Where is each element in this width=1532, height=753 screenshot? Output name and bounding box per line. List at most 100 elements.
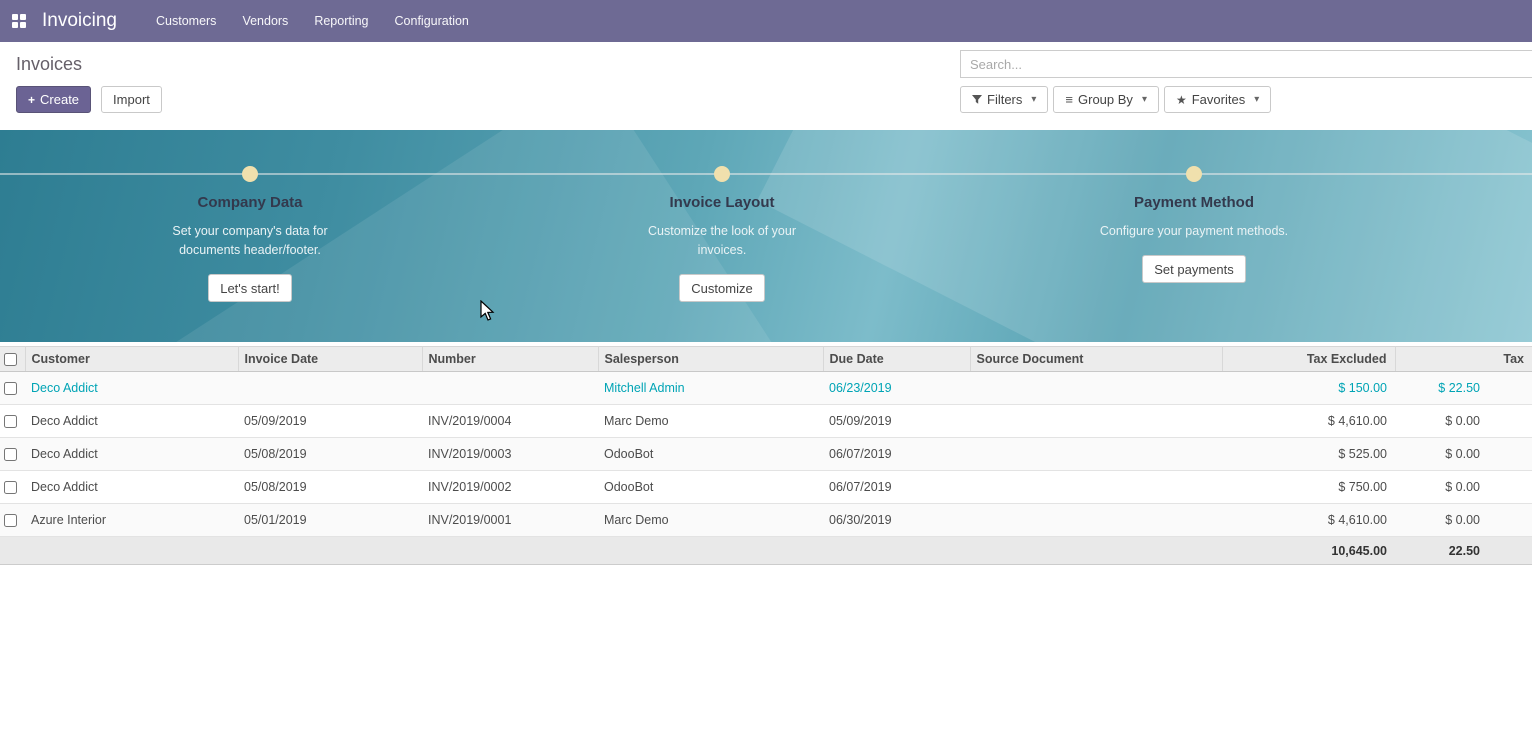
- app-title[interactable]: Invoicing: [42, 10, 117, 32]
- tax-excluded-cell[interactable]: $ 4,610.00: [1222, 405, 1395, 438]
- menu-reporting[interactable]: Reporting: [301, 0, 381, 42]
- header-due-date[interactable]: Due Date: [823, 347, 970, 372]
- source-document-cell[interactable]: [970, 471, 1222, 504]
- due-date-cell[interactable]: 06/07/2019: [823, 438, 970, 471]
- tax-excluded-cell[interactable]: $ 525.00: [1222, 438, 1395, 471]
- invoice-date-cell[interactable]: 05/08/2019: [238, 471, 422, 504]
- search-input[interactable]: [960, 50, 1532, 78]
- invoice-date-cell[interactable]: 05/01/2019: [238, 504, 422, 537]
- due-date-cell[interactable]: 06/07/2019: [823, 471, 970, 504]
- row-checkbox[interactable]: [4, 514, 17, 527]
- invoice-date-cell[interactable]: 05/08/2019: [238, 438, 422, 471]
- chevron-down-icon: ▾: [1031, 95, 1036, 105]
- menu-vendors[interactable]: Vendors: [229, 0, 301, 42]
- step-title: Invoice Layout: [669, 194, 774, 212]
- customer-cell[interactable]: Deco Addict: [25, 372, 238, 405]
- select-all-checkbox[interactable]: [4, 353, 17, 366]
- onboarding-step-invoice-layout: Invoice Layout Customize the look of you…: [572, 166, 872, 302]
- salesperson-cell[interactable]: Marc Demo: [598, 504, 823, 537]
- lets-start-button[interactable]: Let's start!: [208, 274, 292, 302]
- step-description: Customize the look of your invoices.: [632, 222, 812, 260]
- salesperson-cell[interactable]: OdooBot: [598, 438, 823, 471]
- totals-row: 10,645.00 22.50: [0, 537, 1532, 565]
- due-date-cell[interactable]: 06/23/2019: [823, 372, 970, 405]
- number-cell[interactable]: INV/2019/0002: [422, 471, 598, 504]
- plus-icon: +: [28, 94, 35, 106]
- customer-cell[interactable]: Deco Addict: [25, 438, 238, 471]
- header-number[interactable]: Number: [422, 347, 598, 372]
- invoices-table: Customer Invoice Date Number Salesperson…: [0, 346, 1532, 565]
- step-dot: [1186, 166, 1202, 182]
- due-date-cell[interactable]: 06/30/2019: [823, 504, 970, 537]
- step-description: Configure your payment methods.: [1100, 222, 1288, 241]
- star-icon: ★: [1176, 94, 1187, 106]
- table-row[interactable]: Azure Interior 05/01/2019 INV/2019/0001 …: [0, 504, 1532, 537]
- table-row[interactable]: Deco Addict Mitchell Admin 06/23/2019 $ …: [0, 372, 1532, 405]
- chevron-down-icon: ▾: [1254, 95, 1259, 105]
- invoice-date-cell[interactable]: 05/09/2019: [238, 405, 422, 438]
- total-tax: 22.50: [1395, 537, 1532, 565]
- create-button-label: Create: [40, 93, 79, 106]
- tax-cell[interactable]: $ 0.00: [1395, 504, 1532, 537]
- group-by-dropdown[interactable]: ≡ Group By ▾: [1053, 86, 1159, 113]
- number-cell[interactable]: INV/2019/0001: [422, 504, 598, 537]
- header-source-document[interactable]: Source Document: [970, 347, 1222, 372]
- number-cell[interactable]: INV/2019/0004: [422, 405, 598, 438]
- customer-cell[interactable]: Azure Interior: [25, 504, 238, 537]
- tax-excluded-cell[interactable]: $ 4,610.00: [1222, 504, 1395, 537]
- top-navbar: Invoicing Customers Vendors Reporting Co…: [0, 0, 1532, 42]
- header-invoice-date[interactable]: Invoice Date: [238, 347, 422, 372]
- header-tax-excluded[interactable]: Tax Excluded: [1222, 347, 1395, 372]
- tax-excluded-cell[interactable]: $ 750.00: [1222, 471, 1395, 504]
- salesperson-cell[interactable]: Marc Demo: [598, 405, 823, 438]
- salesperson-cell[interactable]: OdooBot: [598, 471, 823, 504]
- header-tax[interactable]: Tax: [1395, 347, 1532, 372]
- row-checkbox[interactable]: [4, 481, 17, 494]
- customer-cell[interactable]: Deco Addict: [25, 471, 238, 504]
- customize-button[interactable]: Customize: [679, 274, 764, 302]
- tax-cell[interactable]: $ 0.00: [1395, 471, 1532, 504]
- header-customer[interactable]: Customer: [25, 347, 238, 372]
- create-button[interactable]: + Create: [16, 86, 91, 113]
- group-by-label: Group By: [1078, 93, 1133, 106]
- table-row[interactable]: Deco Addict 05/09/2019 INV/2019/0004 Mar…: [0, 405, 1532, 438]
- header-salesperson[interactable]: Salesperson: [598, 347, 823, 372]
- tax-cell[interactable]: $ 0.00: [1395, 438, 1532, 471]
- funnel-icon: [972, 95, 982, 105]
- row-checkbox[interactable]: [4, 415, 17, 428]
- invoice-date-cell[interactable]: [238, 372, 422, 405]
- salesperson-cell[interactable]: Mitchell Admin: [598, 372, 823, 405]
- menu-customers[interactable]: Customers: [143, 0, 229, 42]
- tax-excluded-cell[interactable]: $ 150.00: [1222, 372, 1395, 405]
- row-checkbox[interactable]: [4, 382, 17, 395]
- chevron-down-icon: ▾: [1142, 95, 1147, 105]
- total-tax-excluded: 10,645.00: [1222, 537, 1395, 565]
- onboarding-step-company-data: Company Data Set your company's data for…: [100, 166, 400, 302]
- apps-menu-button[interactable]: [0, 0, 38, 42]
- due-date-cell[interactable]: 05/09/2019: [823, 405, 970, 438]
- page-title: Invoices: [16, 52, 162, 76]
- favorites-dropdown[interactable]: ★ Favorites ▾: [1164, 86, 1271, 113]
- tax-cell[interactable]: $ 22.50: [1395, 372, 1532, 405]
- source-document-cell[interactable]: [970, 372, 1222, 405]
- number-cell[interactable]: INV/2019/0003: [422, 438, 598, 471]
- step-dot: [242, 166, 258, 182]
- import-button[interactable]: Import: [101, 86, 162, 113]
- step-description: Set your company's data for documents he…: [148, 222, 353, 260]
- table-row[interactable]: Deco Addict 05/08/2019 INV/2019/0002 Odo…: [0, 471, 1532, 504]
- set-payments-button[interactable]: Set payments: [1142, 255, 1246, 283]
- row-checkbox[interactable]: [4, 448, 17, 461]
- table-row[interactable]: Deco Addict 05/08/2019 INV/2019/0003 Odo…: [0, 438, 1532, 471]
- filters-dropdown[interactable]: Filters ▾: [960, 86, 1048, 113]
- menu-configuration[interactable]: Configuration: [382, 0, 482, 42]
- source-document-cell[interactable]: [970, 405, 1222, 438]
- onboarding-banner: Company Data Set your company's data for…: [0, 130, 1532, 342]
- customer-cell[interactable]: Deco Addict: [25, 405, 238, 438]
- source-document-cell[interactable]: [970, 504, 1222, 537]
- top-menu: Customers Vendors Reporting Configuratio…: [143, 0, 482, 42]
- number-cell[interactable]: [422, 372, 598, 405]
- tax-cell[interactable]: $ 0.00: [1395, 405, 1532, 438]
- source-document-cell[interactable]: [970, 438, 1222, 471]
- step-title: Payment Method: [1134, 194, 1254, 212]
- favorites-label: Favorites: [1192, 93, 1245, 106]
